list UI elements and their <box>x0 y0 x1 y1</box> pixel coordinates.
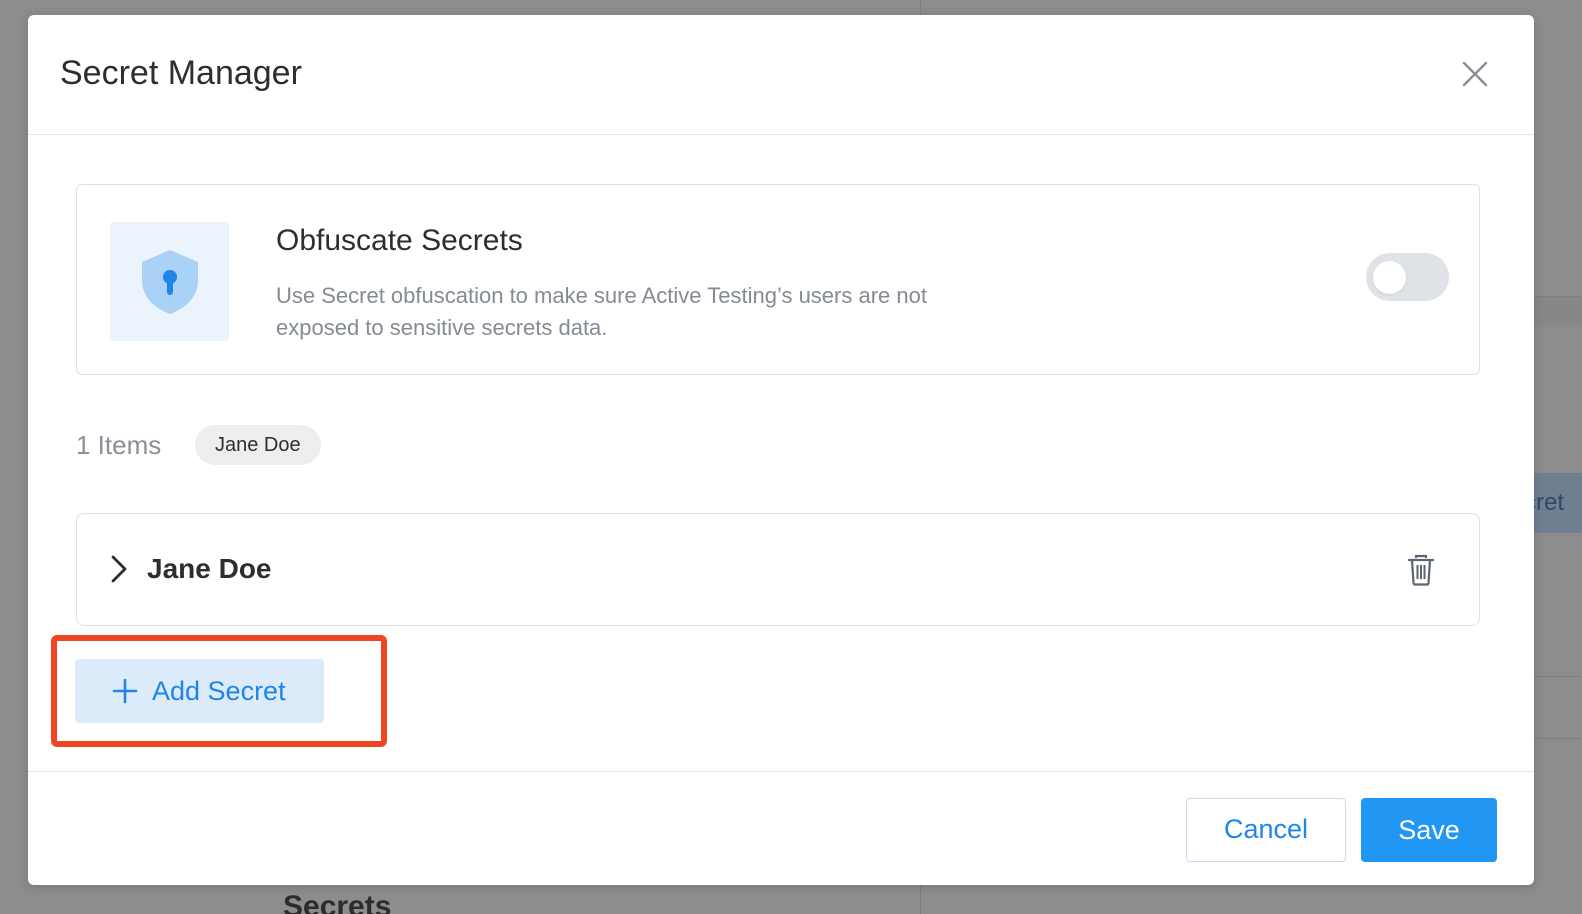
plus-icon <box>112 678 138 704</box>
modal-header: Secret Manager <box>28 15 1534 135</box>
cancel-button[interactable]: Cancel <box>1186 798 1346 862</box>
items-count: 1 Items <box>76 430 162 460</box>
trash-icon[interactable] <box>1407 554 1435 586</box>
background-strip <box>1534 296 1582 327</box>
obfuscate-toggle[interactable] <box>1366 253 1449 301</box>
toggle-knob <box>1373 261 1406 294</box>
close-icon <box>1462 61 1488 87</box>
add-secret-label: Add Secret <box>152 676 286 706</box>
close-button[interactable] <box>1456 55 1494 93</box>
obfuscate-description: Use Secret obfuscation to make sure Acti… <box>276 283 927 340</box>
secret-name: Jane Doe <box>147 553 272 584</box>
background-button: cret <box>1534 473 1582 533</box>
filter-chip[interactable]: Jane Doe <box>195 425 321 465</box>
secret-row[interactable]: Jane Doe <box>76 513 1480 626</box>
obfuscate-title: Obfuscate Secrets <box>276 224 523 257</box>
background-heading: Secrets <box>283 892 392 914</box>
background-divider <box>1534 676 1582 677</box>
background-divider <box>1534 738 1582 739</box>
secret-manager-modal: Secret Manager Obfuscate Secrets Use Sec… <box>28 15 1534 885</box>
save-button[interactable]: Save <box>1361 798 1497 862</box>
shield-keyhole-icon <box>141 249 198 314</box>
chevron-right-icon[interactable] <box>107 554 131 584</box>
obfuscate-icon-box <box>110 222 229 341</box>
modal-footer: Cancel Save <box>28 771 1534 886</box>
add-secret-button[interactable]: Add Secret <box>75 659 324 723</box>
obfuscate-secrets-card: Obfuscate Secrets Use Secret obfuscation… <box>76 184 1480 375</box>
modal-title: Secret Manager <box>60 54 302 92</box>
